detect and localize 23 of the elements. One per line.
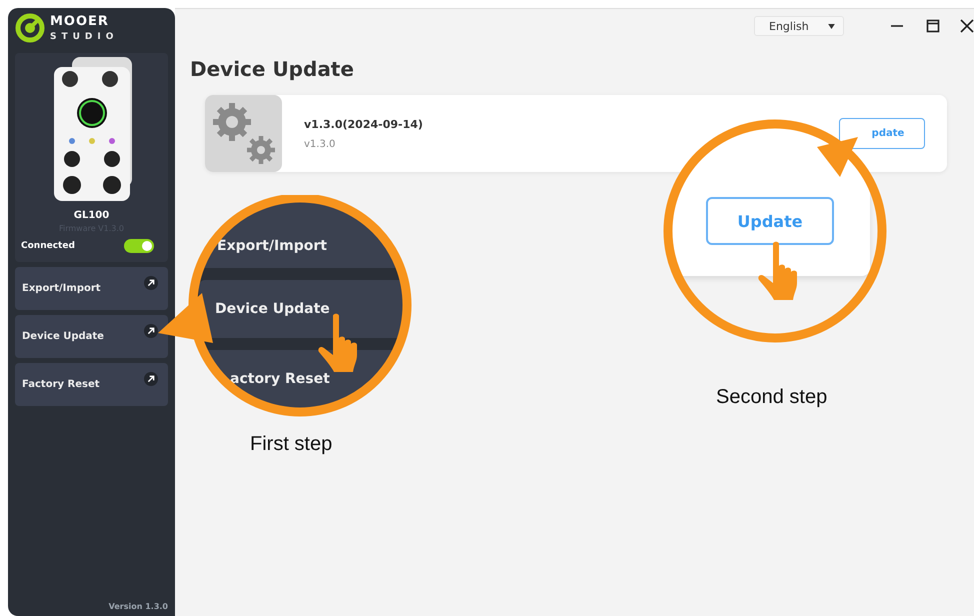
current-version: v1.3.0 — [304, 138, 336, 150]
app-version: Version 1.3.0 — [108, 602, 168, 611]
language-dropdown[interactable]: English — [754, 16, 844, 36]
maximize-icon[interactable] — [926, 19, 940, 33]
menu-item[interactable]: Factory Reset — [15, 363, 168, 406]
close-icon[interactable] — [960, 19, 974, 33]
toggle-switch[interactable] — [124, 239, 154, 253]
connection-status: Connected — [21, 241, 75, 251]
device-name: GL100 — [74, 210, 110, 221]
brand-name: MOOER — [50, 14, 110, 28]
brand-subtitle: STUDIO — [50, 32, 118, 42]
menu-item[interactable]: Export/Import — [15, 267, 168, 310]
page-title: Device Update — [189, 57, 355, 81]
caret-icon — [828, 24, 835, 28]
step-caption: Second step — [716, 386, 828, 409]
step-caption: First step — [250, 433, 332, 456]
logo-icon — [15, 13, 45, 43]
menu-label: Factory Reset — [22, 379, 100, 390]
menu-label: Export/Import — [22, 283, 101, 294]
version-title: v1.3.0(2024-09-14) — [304, 118, 424, 130]
menu-label: Device Update — [22, 331, 104, 342]
gears-icon — [205, 95, 282, 172]
menu-item[interactable]: Device Update — [15, 315, 168, 358]
